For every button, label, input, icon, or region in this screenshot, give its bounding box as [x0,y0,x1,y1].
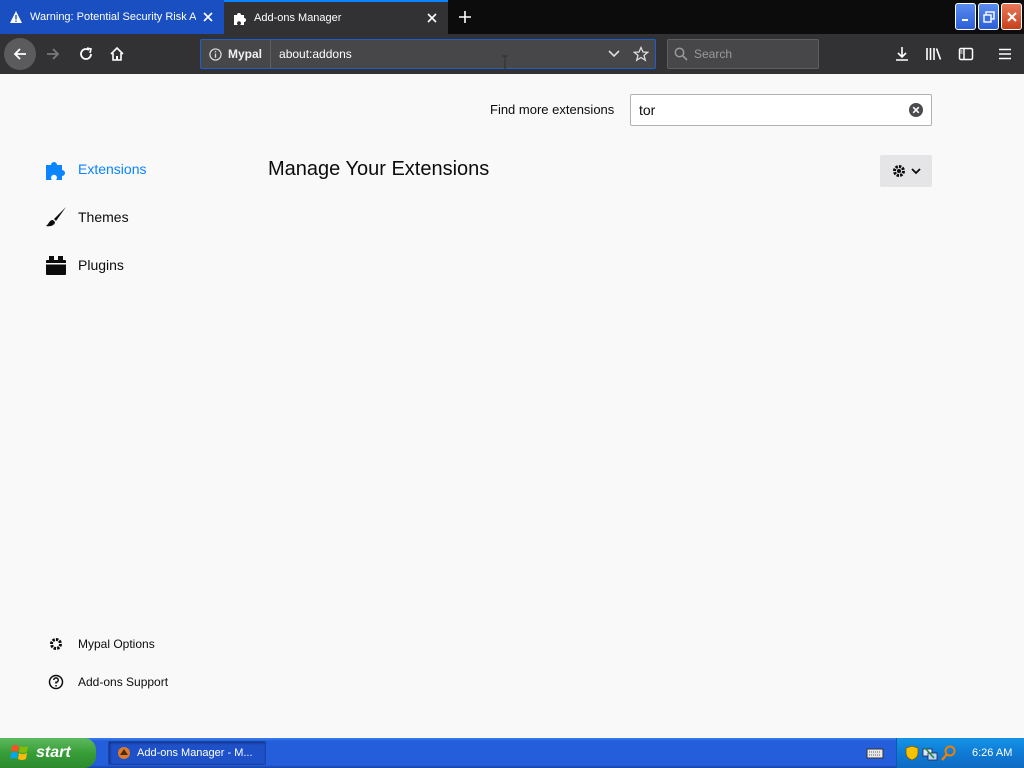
navigation-toolbar: Mypal [0,34,1024,74]
bookmark-star-button[interactable] [627,46,655,62]
clock: 6:26 AM [972,747,1013,759]
keyboard-icon[interactable] [866,745,884,761]
security-shield-icon[interactable] [905,745,919,761]
search-icon [674,47,688,61]
plugin-block-icon [44,253,68,277]
gear-icon [893,165,905,177]
category-label: Themes [78,209,129,225]
addon-search-input[interactable] [631,102,901,118]
category-themes[interactable]: Themes [44,205,129,229]
addon-search-box[interactable] [630,94,932,126]
plus-icon [459,11,471,23]
search-input[interactable] [694,47,804,61]
home-button[interactable] [101,38,133,70]
close-icon[interactable] [420,6,444,30]
category-label: Extensions [78,161,147,177]
tools-menu-button[interactable] [880,155,932,187]
system-tray: 6:26 AM [896,738,1024,768]
addons-manager-page: Find more extensions Extensions Themes P… [0,74,1024,738]
mypal-options-link[interactable]: Mypal Options [48,636,155,652]
window-close-button[interactable] [1001,3,1022,30]
site-identity-box[interactable]: Mypal [201,40,272,68]
search-tray-icon[interactable] [941,745,957,761]
identity-label: Mypal [228,47,263,61]
category-plugins[interactable]: Plugins [44,253,124,277]
chevron-down-icon [608,50,620,58]
tab-title: Add-ons Manager [254,12,342,24]
sidebar-icon [958,47,974,61]
clear-icon [909,103,923,117]
search-bar[interactable] [667,39,819,69]
page-title: Manage Your Extensions [268,158,490,180]
network-icon[interactable] [922,745,938,761]
brush-icon [44,205,68,229]
back-button[interactable] [4,38,36,70]
app-menu-button[interactable] [989,38,1021,70]
taskbar-item-label: Add-ons Manager - M... [137,747,253,759]
clear-search-button[interactable] [901,102,931,118]
gear-icon [48,636,64,652]
forward-arrow-icon [47,48,60,60]
mypal-app-icon [118,747,130,759]
footer-link-label: Mypal Options [78,637,155,651]
tab-security-warning[interactable]: Warning: Potential Security Risk Ahead [0,0,224,34]
url-history-dropdown[interactable] [601,50,627,58]
tab-addons-manager[interactable]: Add-ons Manager [224,0,448,34]
sidebar-toggle-button[interactable] [950,38,982,70]
home-icon [110,46,124,61]
tab-strip: Warning: Potential Security Risk Ahead A… [0,0,1024,34]
puzzle-icon [44,157,68,181]
restore-button[interactable] [978,3,999,30]
reload-icon [80,47,92,60]
star-icon [633,46,649,62]
find-more-extensions-label: Find more extensions [490,102,615,117]
minimize-icon [961,18,968,21]
puzzle-icon [232,10,248,26]
category-label: Plugins [78,257,124,273]
close-icon[interactable] [196,5,220,29]
close-icon [1006,11,1017,22]
start-label: start [36,744,71,761]
back-arrow-icon [13,48,26,60]
library-icon [926,48,942,60]
footer-link-label: Add-ons Support [78,675,169,689]
warning-icon [8,9,24,25]
download-icon [896,47,908,61]
reload-button[interactable] [70,38,102,70]
library-button[interactable] [918,38,950,70]
taskbar-item-addons-manager[interactable]: Add-ons Manager - M... [108,741,266,765]
url-bar[interactable]: Mypal [200,39,656,69]
start-button[interactable]: start [0,738,96,768]
chevron-down-icon [911,168,921,175]
minimize-button[interactable] [955,3,976,30]
windows-logo-icon [10,745,28,760]
restore-icon [982,10,995,23]
forward-button[interactable] [37,38,69,70]
url-input[interactable] [279,47,601,61]
downloads-button[interactable] [886,38,918,70]
taskbar: start Add-ons Manager - M... 6:26 AM [0,738,1024,768]
new-tab-button[interactable] [452,4,478,30]
hamburger-icon [999,48,1011,60]
addons-support-link[interactable]: Add-ons Support [48,674,168,690]
category-extensions[interactable]: Extensions [44,157,146,181]
info-icon [209,47,222,61]
tab-title: Warning: Potential Security Risk Ahead [30,11,196,23]
help-icon [48,674,64,690]
text-cursor-icon [500,55,510,73]
